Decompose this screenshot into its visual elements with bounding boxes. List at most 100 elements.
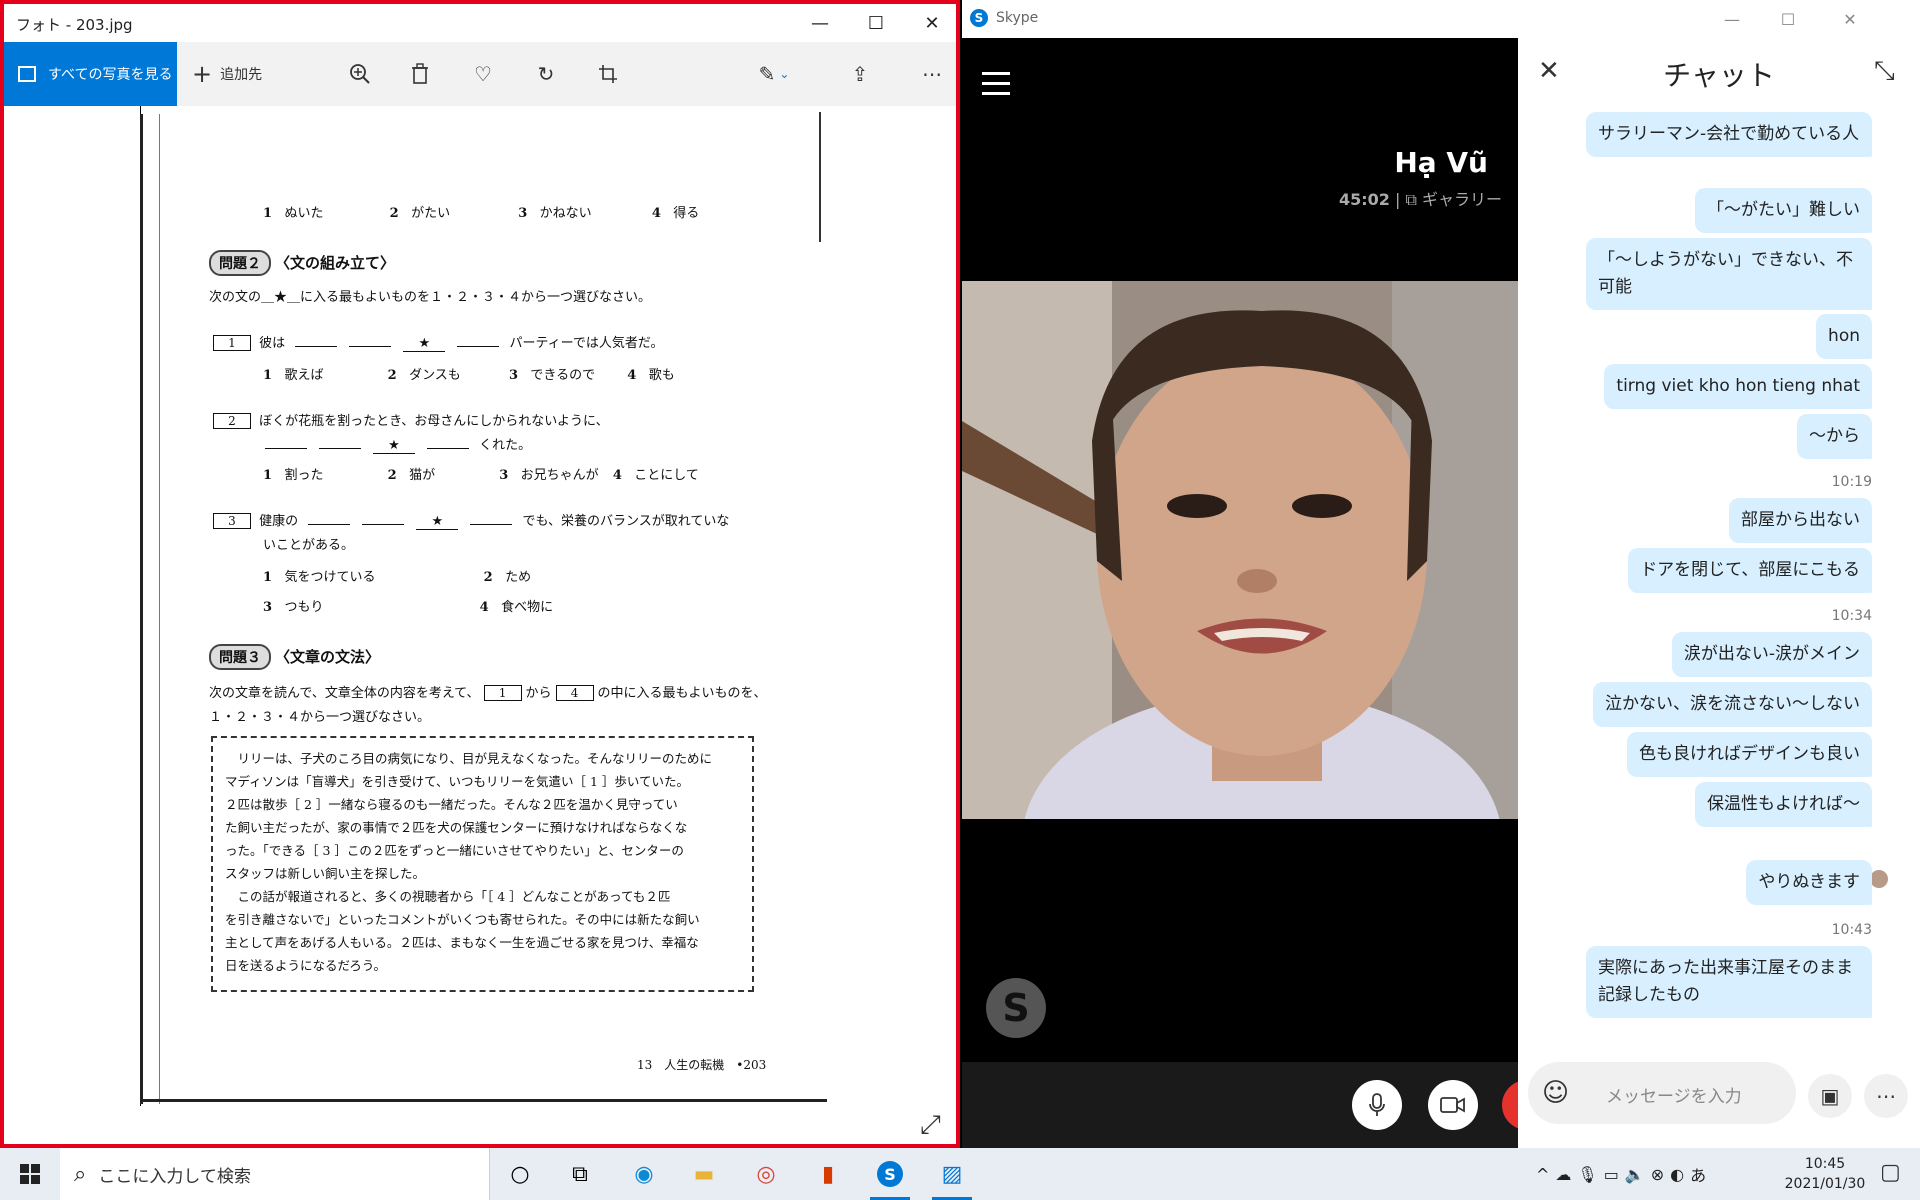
chat-close-icon[interactable]: ✕ (1538, 56, 1560, 86)
share-icon[interactable]: ⇪ (836, 42, 884, 106)
chat-message[interactable]: ～から (1797, 414, 1872, 459)
rotate-icon[interactable]: ↻ (522, 42, 570, 106)
microphone-tray-icon[interactable]: 🎙 (1577, 1165, 1597, 1184)
reading-passage: リリーは、子犬のころ目の病気になり、目が見えなくなった。そんなリリーのために マ… (211, 736, 754, 992)
question-3-cont: いことがある。 (263, 538, 355, 553)
passage-line: この話が報道されると、多くの視聴者から「［ 4 ］どんなことがあっても２匹 (225, 889, 671, 904)
passage-line: 主として声をあげる人もいる。２匹は、まもなく一生を過ごせる家を見つけ、幸福な (225, 935, 699, 950)
remote-video-feed (962, 281, 1518, 819)
office-icon[interactable]: ▮ (800, 1154, 856, 1194)
edit-draw-icon[interactable]: ✎ ⌄ (750, 42, 798, 106)
chat-message[interactable]: 色も良ければデザインも良い (1627, 732, 1872, 777)
passage-line: スタッフは新しい飼い主を探した。 (225, 866, 426, 881)
chat-expand-icon[interactable]: ⤡ (1874, 56, 1895, 87)
passage-line: 日を送るようになるだろう。 (225, 958, 387, 973)
more-options-icon[interactable]: ⋯ (1864, 1074, 1908, 1118)
delete-icon[interactable] (396, 42, 444, 106)
cortana-icon[interactable]: ○ (492, 1154, 548, 1194)
night-light-icon[interactable]: ◐ (1670, 1165, 1684, 1184)
chat-panel: チャット ✕ ⤡ サラリーマン-会社で勤めている人 「～がたい」難しい 「～しよ… (1518, 38, 1920, 1148)
skype-taskbar-icon[interactable]: S (862, 1154, 918, 1200)
message-timestamp: 10:34 (1831, 608, 1872, 624)
edge-browser-icon[interactable]: ◉ (616, 1154, 672, 1194)
chat-message[interactable]: やりぬきます (1746, 860, 1872, 905)
crop-icon[interactable] (584, 42, 632, 106)
view-mode-label[interactable]: ギャラリー (1422, 190, 1502, 209)
search-placeholder: ここに入力して検索 (98, 1166, 251, 1187)
question-2-blanks: ★ くれた。 (259, 434, 531, 454)
chat-message[interactable]: hon (1816, 314, 1872, 359)
skype-logo-icon: S (970, 9, 988, 27)
battery-icon[interactable]: ▭ (1604, 1165, 1619, 1184)
photos-toolbar: すべての写真を見る + 追加先 ♡ ↻ ✎ ⌄ ⇪ ⋯ (4, 42, 956, 106)
skype-maximize-button[interactable]: ☐ (1760, 0, 1816, 38)
language-icon[interactable]: あ (1690, 1162, 1706, 1186)
passage-line: マディソンは「盲導犬」を引き受けて、いつもリリーを気遣い［ 1 ］歩いていた。 (225, 774, 690, 789)
clock-time: 10:45 (1804, 1156, 1846, 1172)
prev-options-row: 1 ぬいた 2 がたい 3 かねない 4 得る (263, 206, 700, 221)
skype-minimize-button[interactable]: — (1704, 0, 1760, 38)
minimize-button[interactable]: — (792, 4, 848, 42)
chat-header: チャット ✕ ⤡ (1518, 38, 1920, 110)
message-input[interactable]: ☺ メッセージを入力 (1528, 1062, 1796, 1124)
maximize-button[interactable]: ☐ (848, 4, 904, 42)
chat-message[interactable]: ドアを閉じて、部屋にこもる (1628, 548, 1872, 593)
question-3-options-b: 3 つもり 4 食べ物に (263, 600, 554, 615)
chat-message[interactable]: 保温性もよければ～ (1695, 782, 1872, 827)
taskbar-search-box[interactable]: ⌕ ここに入力して検索 (60, 1148, 490, 1200)
chat-message[interactable]: 「～がたい」難しい (1695, 188, 1872, 233)
chat-message[interactable]: 実際にあった出来事江屋そのまま記録したもの (1586, 946, 1872, 1018)
microphone-button[interactable] (1352, 1080, 1402, 1130)
add-to-label: 追加先 (220, 67, 263, 83)
passage-line: た飼い主だったが、家の事情で２匹を犬の保護センターに預けなければならなくな (225, 820, 688, 835)
skype-close-button[interactable]: ✕ (1822, 0, 1878, 38)
skype-titlebar: S Skype — ☐ ✕ (962, 0, 1920, 38)
fullscreen-expand-icon[interactable]: ⤢ (920, 1110, 941, 1141)
call-area: Hạ Vũ 45:02 | ⧉ ギャラリー S (962, 38, 1532, 1148)
question-1: 1 彼は ★ パーティーでは人気者だ。 (209, 332, 664, 352)
chat-message[interactable]: 泣かない、涙を流さない～しない (1593, 682, 1872, 727)
photo-icon (18, 66, 36, 82)
call-controls (962, 1062, 1532, 1148)
close-button[interactable]: ✕ (904, 4, 956, 42)
photos-taskbar-icon[interactable]: ▨ (924, 1154, 980, 1200)
menu-hamburger-icon[interactable] (982, 72, 1010, 95)
video-camera-button[interactable] (1428, 1080, 1478, 1130)
mondai3-instruction-2: １・２・３・４から一つ選びなさい。 (209, 710, 431, 725)
page-bottom-line (141, 1099, 827, 1102)
page-footer: 13 人生の転機 •203 (637, 1058, 767, 1072)
favorite-heart-icon[interactable]: ♡ (459, 42, 507, 106)
chat-title: チャット (1663, 59, 1775, 92)
show-hidden-icons-icon[interactable]: ^ (1536, 1165, 1549, 1184)
page-edge-line (819, 112, 821, 242)
zoom-in-icon[interactable] (336, 42, 384, 106)
chat-message[interactable]: 「～しようがない」できない、不可能 (1586, 238, 1872, 310)
question-2: 2 ぼくが花瓶を割ったとき、お母さんにしかられないように、 (209, 410, 609, 429)
chat-message[interactable]: サラリーマン-会社で勤めている人 (1586, 112, 1872, 157)
windows-start-icon[interactable] (0, 1148, 60, 1200)
see-all-photos-button[interactable]: すべての写真を見る (4, 42, 177, 106)
network-icon[interactable]: ⊗ (1651, 1165, 1664, 1184)
onedrive-icon[interactable]: ☁ (1555, 1165, 1571, 1184)
taskbar-clock[interactable]: 10:45 2021/01/30 (1770, 1154, 1880, 1194)
system-tray: ^ ☁ 🎙 ▭ 🔈 ⊗ ◐ あ (1536, 1148, 1796, 1200)
task-view-icon[interactable]: ⧉ (552, 1154, 608, 1194)
clock-date: 2021/01/30 (1784, 1176, 1866, 1192)
search-icon: ⌕ (74, 1161, 87, 1187)
mondai3-heading: 問題３ 〈文章の文法〉 (209, 644, 380, 670)
chrome-icon[interactable]: ◎ (738, 1154, 794, 1194)
photos-window: フォト - 203.jpg — ☐ ✕ すべての写真を見る + 追加先 ♡ ↻ … (0, 0, 960, 1148)
media-gallery-icon[interactable]: ▣ (1808, 1074, 1852, 1118)
passage-line: リリーは、子犬のころ目の病気になり、目が見えなくなった。そんなリリーのために (225, 751, 713, 766)
file-explorer-icon[interactable]: ▬ (676, 1154, 732, 1194)
skype-window: S Skype — ☐ ✕ Hạ Vũ 45:02 | ⧉ ギャラリー S チャ… (962, 0, 1920, 1148)
notifications-icon[interactable]: ▢ (1880, 1160, 1901, 1185)
chat-message[interactable]: 涙が出ない-涙がメイン (1671, 632, 1872, 677)
add-to-button[interactable]: + 追加先 (192, 42, 282, 106)
volume-icon[interactable]: 🔈 (1625, 1165, 1645, 1184)
chat-message[interactable]: tirng viet kho hon tieng nhat (1604, 364, 1872, 409)
more-options-icon[interactable]: ⋯ (908, 42, 956, 106)
emoji-icon[interactable]: ☺ (1542, 1078, 1569, 1108)
chat-message[interactable]: 部屋から出ない (1729, 498, 1872, 543)
gallery-icon[interactable]: ⧉ (1405, 190, 1416, 209)
